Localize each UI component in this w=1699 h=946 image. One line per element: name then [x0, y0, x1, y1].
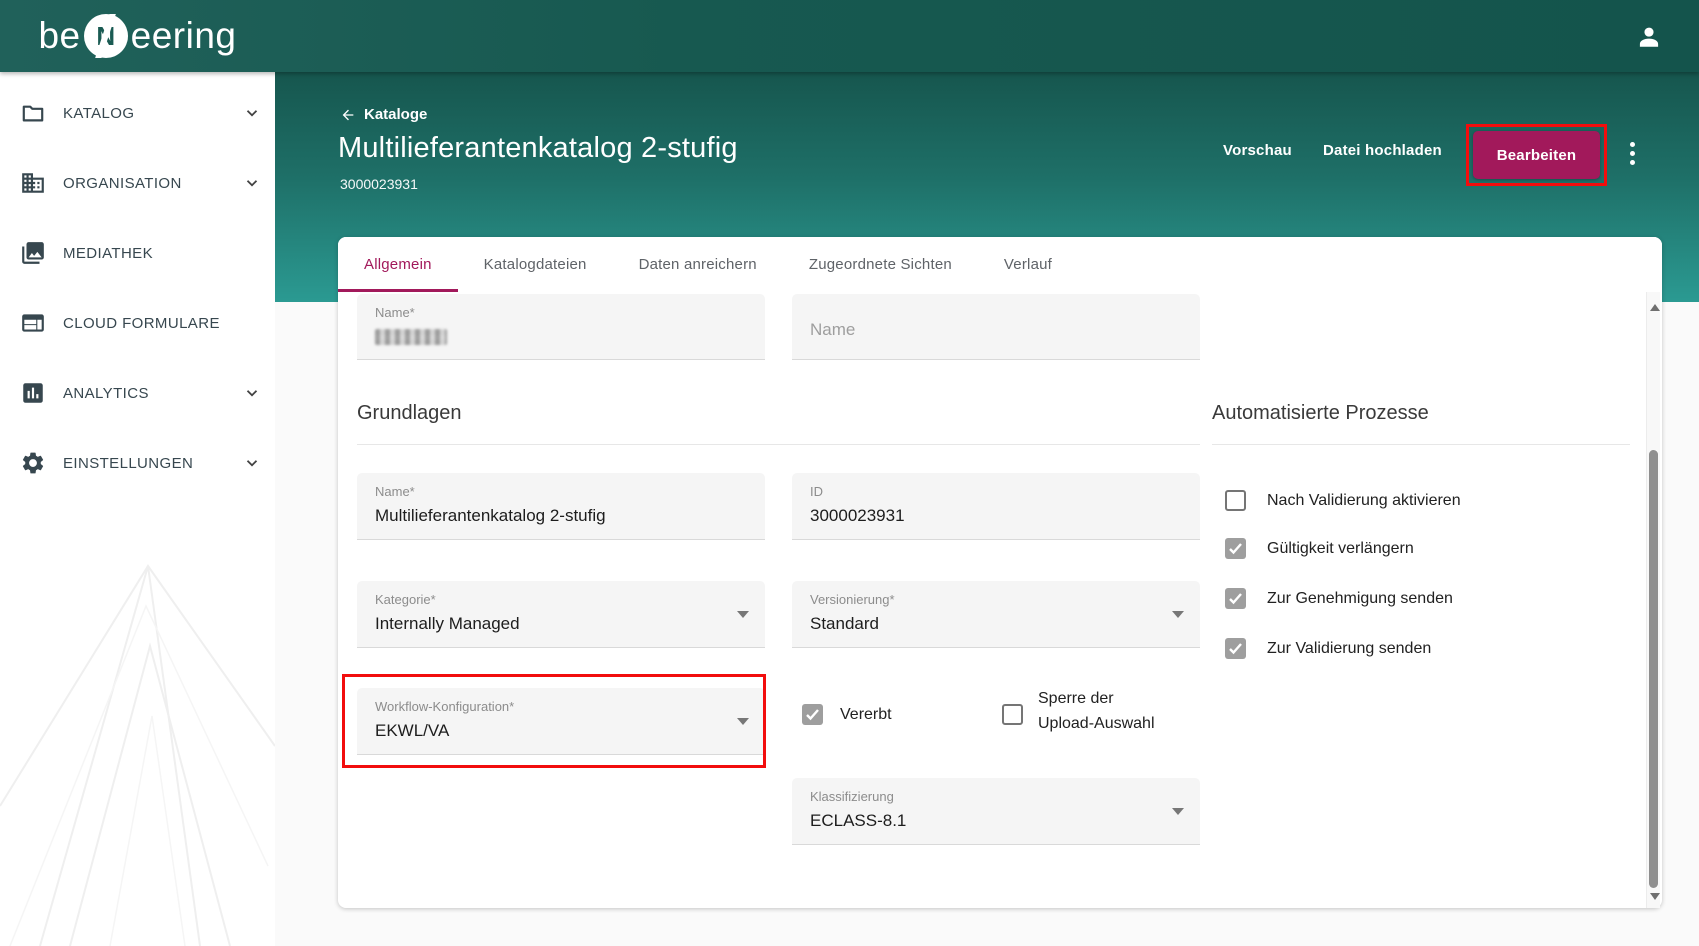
field-value: Multilieferantenkatalog 2-stufig — [375, 506, 606, 525]
upload-file-button[interactable]: Datei hochladen — [1323, 142, 1442, 159]
versionierung-select[interactable]: Versionierung* Standard — [792, 581, 1200, 648]
name-language-field-redacted[interactable]: Name* — [357, 294, 765, 360]
field-value: ECLASS-8.1 — [810, 811, 907, 830]
nach-validierung-aktivieren-checkbox[interactable] — [1225, 490, 1246, 511]
tab-zugeordnete-sichten[interactable]: Zugeordnete Sichten — [783, 237, 978, 292]
forms-icon — [22, 314, 44, 332]
sidebar-item-cloud-formulare[interactable]: CLOUD FORMULARE — [0, 299, 275, 347]
vertical-scrollbar[interactable] — [1646, 292, 1660, 908]
logo-text-suffix: eering — [130, 15, 237, 56]
dropdown-arrow-icon — [1172, 808, 1184, 815]
id-field[interactable]: ID 3000023931 — [792, 473, 1200, 540]
check-icon — [1229, 543, 1242, 555]
folder-icon — [22, 105, 44, 122]
arrow-back-icon — [342, 109, 354, 120]
page-title: Multilieferantenkatalog 2-stufig — [338, 132, 738, 164]
field-value: EKWL/VA — [375, 721, 450, 740]
sidebar-item-label: ORGANISATION — [63, 174, 182, 192]
tab-allgemein[interactable]: Allgemein — [338, 237, 458, 292]
tab-katalogdateien[interactable]: Katalogdateien — [458, 237, 613, 292]
sperre-upload-checkbox[interactable] — [1002, 704, 1023, 725]
tab-content-allgemein: Name* Name Grundlagen Name* Multiliefera… — [338, 292, 1662, 908]
field-label: Name* — [375, 305, 415, 320]
sidebar-item-organisation[interactable]: ORGANISATION — [0, 159, 275, 207]
sperre-upload-label: Sperre der Upload-Auswahl — [1038, 690, 1155, 732]
dropdown-arrow-icon — [737, 718, 749, 725]
tab-bar: Allgemein Katalogdateien Daten anreicher… — [338, 237, 1662, 292]
checkbox-label: Nach Validierung aktivieren — [1267, 492, 1461, 509]
media-library-icon — [22, 242, 44, 264]
section-heading-grundlagen: Grundlagen — [357, 402, 462, 424]
back-to-catalogs-link[interactable]: Kataloge — [340, 106, 427, 123]
preview-button[interactable]: Vorschau — [1223, 142, 1292, 159]
kebab-menu-icon[interactable] — [1627, 138, 1637, 168]
check-icon — [806, 709, 819, 721]
check-icon — [1229, 643, 1242, 655]
field-value: Internally Managed — [375, 614, 520, 633]
sidebar-item-label: EINSTELLUNGEN — [63, 454, 194, 472]
field-label: Klassifizierung — [810, 789, 894, 804]
beneering-logo[interactable]: be N eering — [0, 0, 275, 72]
field-label: ID — [810, 484, 823, 499]
tab-daten-anreichern[interactable]: Daten anreichern — [613, 237, 783, 292]
sidebar-item-label: ANALYTICS — [63, 384, 149, 402]
field-value: Standard — [810, 614, 879, 633]
redacted-value — [375, 329, 447, 345]
tab-verlauf[interactable]: Verlauf — [978, 237, 1078, 292]
back-link-label: Kataloge — [364, 106, 428, 123]
workflow-konfiguration-select[interactable]: Workflow-Konfiguration* EKWL/VA — [357, 688, 765, 755]
analytics-icon — [23, 383, 43, 403]
logo-n-circle-icon: N — [83, 14, 128, 58]
zur-genehmigung-senden-checkbox[interactable] — [1225, 588, 1246, 609]
top-app-bar: be N eering — [0, 0, 1699, 72]
field-label: Workflow-Konfiguration* — [375, 699, 515, 714]
section-divider — [1212, 444, 1630, 445]
scroll-up-arrow-icon[interactable] — [1650, 304, 1660, 311]
sidebar-item-einstellungen[interactable]: EINSTELLUNGEN — [0, 439, 275, 487]
sidebar-item-label: KATALOG — [63, 104, 135, 122]
name-language-field-empty[interactable]: Name — [792, 294, 1200, 360]
chevron-down-icon — [246, 460, 258, 467]
sidebar-item-katalog[interactable]: KATALOG — [0, 89, 275, 137]
chevron-down-icon — [246, 180, 258, 187]
section-heading-automatisierte-prozesse: Automatisierte Prozesse — [1212, 402, 1429, 424]
checkbox-label: Zur Validierung senden — [1267, 640, 1432, 657]
scrollbar-thumb[interactable] — [1649, 450, 1658, 888]
sidebar-navigation: KATALOG ORGANISATION MEDIATHEK CLOUD FOR… — [0, 72, 275, 946]
building-icon — [22, 173, 44, 193]
field-label: Kategorie* — [375, 592, 436, 607]
field-placeholder: Name — [810, 320, 856, 339]
name-field[interactable]: Name* Multilieferantenkatalog 2-stufig — [357, 473, 765, 540]
field-label: Versionierung* — [810, 592, 895, 607]
sidebar-item-label: MEDIATHEK — [63, 244, 153, 262]
klassifizierung-select[interactable]: Klassifizierung ECLASS-8.1 — [792, 778, 1200, 845]
dropdown-arrow-icon — [737, 611, 749, 618]
gueltigkeit-verlaengern-checkbox[interactable] — [1225, 538, 1246, 559]
field-label: Name* — [375, 484, 415, 499]
dropdown-arrow-icon — [1172, 611, 1184, 618]
checkbox-label: Gültigkeit verlängern — [1267, 540, 1414, 557]
settings-gear-icon — [22, 452, 44, 474]
kategorie-select[interactable]: Kategorie* Internally Managed — [357, 581, 765, 648]
catalog-detail-card: Allgemein Katalogdateien Daten anreicher… — [338, 237, 1662, 908]
logo-text-prefix: be — [38, 15, 81, 56]
sidebar-item-analytics[interactable]: ANALYTICS — [0, 369, 275, 417]
vererbt-checkbox[interactable] — [802, 704, 823, 725]
user-account-icon[interactable] — [1636, 24, 1662, 50]
vererbt-label: Vererbt — [840, 706, 892, 723]
chevron-down-icon — [246, 390, 258, 397]
section-divider — [357, 444, 1200, 445]
scroll-down-arrow-icon[interactable] — [1650, 893, 1660, 900]
chevron-down-icon — [246, 110, 258, 117]
edit-button[interactable]: Bearbeiten — [1473, 131, 1600, 179]
field-value: 3000023931 — [810, 506, 905, 525]
sidebar-item-label: CLOUD FORMULARE — [63, 314, 220, 332]
zur-validierung-senden-checkbox[interactable] — [1225, 638, 1246, 659]
catalog-id: 3000023931 — [340, 176, 418, 192]
check-icon — [1229, 593, 1242, 605]
sidebar-item-mediathek[interactable]: MEDIATHEK — [0, 229, 275, 277]
checkbox-label: Zur Genehmigung senden — [1267, 590, 1453, 607]
